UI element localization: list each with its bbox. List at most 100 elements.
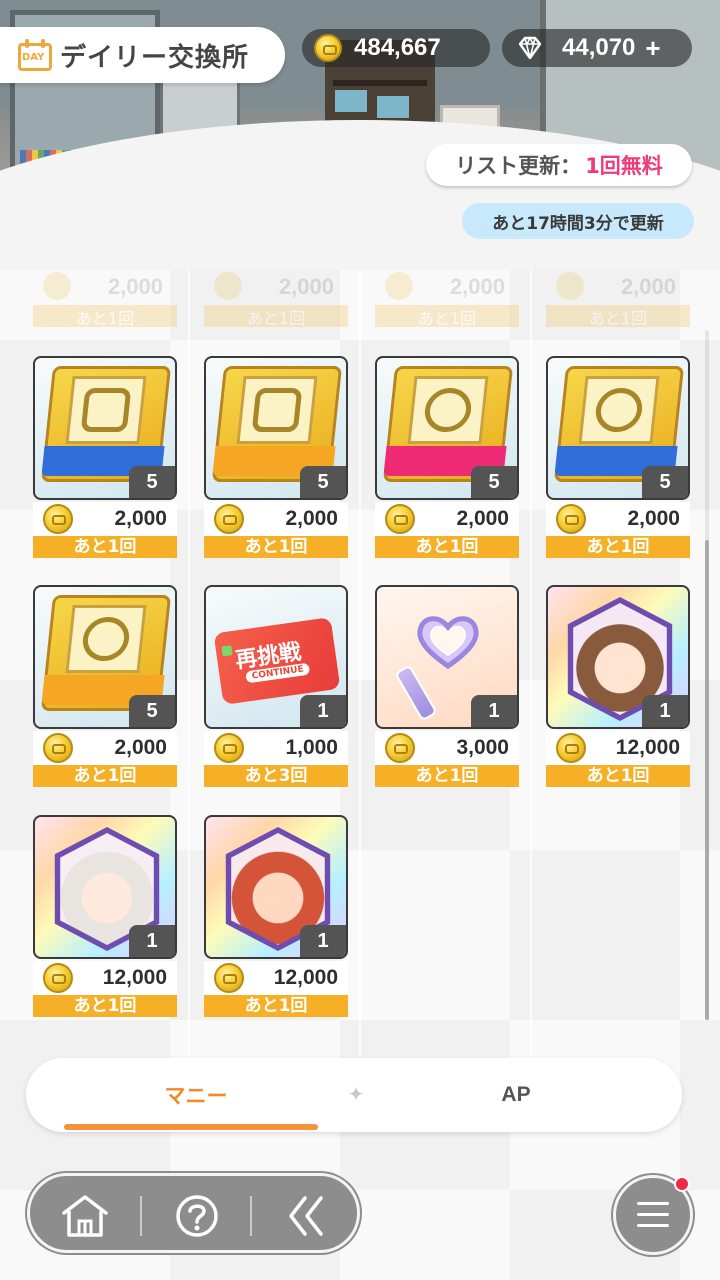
notification-badge xyxy=(674,1176,690,1192)
gem-counter[interactable]: 44,070 + xyxy=(502,29,692,67)
purchase-limit: あと1回 xyxy=(33,536,177,558)
item-thumbnail: 5 xyxy=(33,356,177,500)
column-separator xyxy=(530,240,532,1060)
item-quantity: 5 xyxy=(642,466,688,498)
shop-item-idol-portrait[interactable]: 1 12,000 あと1回 xyxy=(204,815,348,1019)
price-row: 2,000 xyxy=(33,502,177,536)
purchase-limit: あと1回 xyxy=(375,765,519,787)
item-price: 1,000 xyxy=(285,736,338,759)
faded-item: 2,000 あと1回 xyxy=(33,272,177,328)
faded-item: 2,000 あと1回 xyxy=(375,272,519,328)
price-row: 12,000 xyxy=(546,731,690,765)
key-stem xyxy=(394,664,438,722)
gem-value: 44,070 xyxy=(562,34,636,61)
refresh-label: リスト更新： xyxy=(455,154,582,178)
purchase-limit: あと1回 xyxy=(546,536,690,558)
coin-icon xyxy=(214,963,244,993)
item-thumbnail: 5 xyxy=(204,356,348,500)
shop-item-retry-ticket[interactable]: 再挑戦 CONTINUE 1 1,000 あと3回 xyxy=(204,585,348,789)
tab-money[interactable]: マニー xyxy=(46,1058,346,1132)
purchase-limit: あと1回 xyxy=(546,765,690,787)
shop-item-idol-portrait[interactable]: 1 12,000 あと1回 xyxy=(33,815,177,1019)
item-quantity: 1 xyxy=(300,925,346,957)
menu-icon xyxy=(637,1202,669,1228)
back-icon xyxy=(289,1196,323,1236)
item-price: 12,000 xyxy=(102,966,167,989)
refresh-free-count: 1回無料 xyxy=(585,154,663,178)
item-thumbnail: 5 xyxy=(375,356,519,500)
column-separator xyxy=(359,240,361,1060)
item-thumbnail: 1 xyxy=(375,585,519,729)
item-thumbnail: 5 xyxy=(546,356,690,500)
help-icon xyxy=(176,1195,218,1237)
item-thumbnail: 再挑戦 CONTINUE 1 xyxy=(204,585,348,729)
shop-item-idol-portrait[interactable]: 1 12,000 あと1回 xyxy=(546,585,690,789)
coin-icon xyxy=(556,733,586,763)
help-button[interactable] xyxy=(142,1176,252,1256)
coin-icon xyxy=(385,733,415,763)
coin-icon xyxy=(214,733,244,763)
scrollbar-thumb[interactable] xyxy=(705,540,709,1020)
money-counter: 484,667 xyxy=(302,29,490,67)
retry-ticket-icon: 再挑戦 CONTINUE xyxy=(213,617,341,705)
refresh-timer: あと17時間3分で更新 xyxy=(462,203,694,239)
shop-item-heart-key[interactable]: 1 3,000 あと1回 xyxy=(375,585,519,789)
item-price: 12,000 xyxy=(615,736,680,759)
item-quantity: 5 xyxy=(300,466,346,498)
item-price: 2,000 xyxy=(456,507,509,530)
item-quantity: 1 xyxy=(471,695,517,727)
item-quantity: 1 xyxy=(642,695,688,727)
purchase-limit: あと1回 xyxy=(33,765,177,787)
tab-separator-icon: ✦ xyxy=(347,1082,365,1106)
item-thumbnail: 1 xyxy=(546,585,690,729)
shop-item-book-blue-round[interactable]: 5 2,000 あと1回 xyxy=(546,356,690,560)
page-title: デイリー交換所 xyxy=(60,42,250,73)
faded-item-row: 2,000 あと1回 2,000 あと1回 2,000 あと1回 2,000 あと1回 xyxy=(0,272,720,328)
coin-icon xyxy=(385,504,415,534)
shop-item-book-pink-round[interactable]: 5 2,000 あと1回 xyxy=(375,356,519,560)
list-refresh-button[interactable]: リスト更新： 1回無料 xyxy=(426,144,692,186)
column-separator xyxy=(188,240,190,1060)
item-price: 2,000 xyxy=(627,507,680,530)
calendar-icon: DAY xyxy=(18,39,52,71)
gem-icon xyxy=(516,34,544,62)
price-row: 3,000 xyxy=(375,731,519,765)
item-quantity: 5 xyxy=(471,466,517,498)
coin-icon xyxy=(214,504,244,534)
home-button[interactable] xyxy=(30,1176,140,1256)
home-icon xyxy=(62,1195,108,1237)
purchase-limit: あと1回 xyxy=(204,995,348,1017)
item-quantity: 1 xyxy=(300,695,346,727)
coin-icon xyxy=(43,504,73,534)
faded-item: 2,000 あと1回 xyxy=(546,272,690,328)
purchase-limit: あと1回 xyxy=(33,995,177,1017)
item-quantity: 5 xyxy=(129,466,175,498)
item-price: 2,000 xyxy=(114,736,167,759)
item-thumbnail: 5 xyxy=(33,585,177,729)
coin-icon xyxy=(43,733,73,763)
price-row: 2,000 xyxy=(33,731,177,765)
page-title-pill: DAY デイリー交換所 xyxy=(0,27,285,83)
purchase-limit: あと3回 xyxy=(204,765,348,787)
purchase-limit: あと1回 xyxy=(204,536,348,558)
currency-tabs: マニー ✦ AP xyxy=(26,1058,682,1132)
price-row: 2,000 xyxy=(375,502,519,536)
heart-key-icon xyxy=(417,616,479,670)
price-row: 12,000 xyxy=(204,961,348,995)
item-thumbnail: 1 xyxy=(204,815,348,959)
shop-item-book-orange-round[interactable]: 5 2,000 あと1回 xyxy=(33,585,177,789)
coin-icon xyxy=(43,963,73,993)
item-price: 12,000 xyxy=(273,966,338,989)
back-button[interactable] xyxy=(252,1176,362,1256)
bottom-nav xyxy=(27,1173,360,1253)
purchase-limit: あと1回 xyxy=(375,536,519,558)
tab-ap[interactable]: AP xyxy=(366,1058,666,1132)
coin-icon xyxy=(556,504,586,534)
active-tab-indicator xyxy=(64,1124,318,1130)
shop-item-book-blue-square[interactable]: 5 2,000 あと1回 xyxy=(33,356,177,560)
price-row: 12,000 xyxy=(33,961,177,995)
faded-item: 2,000 あと1回 xyxy=(204,272,348,328)
item-quantity: 1 xyxy=(129,925,175,957)
shop-item-book-orange-square[interactable]: 5 2,000 あと1回 xyxy=(204,356,348,560)
add-gems-button[interactable]: + xyxy=(645,33,660,64)
